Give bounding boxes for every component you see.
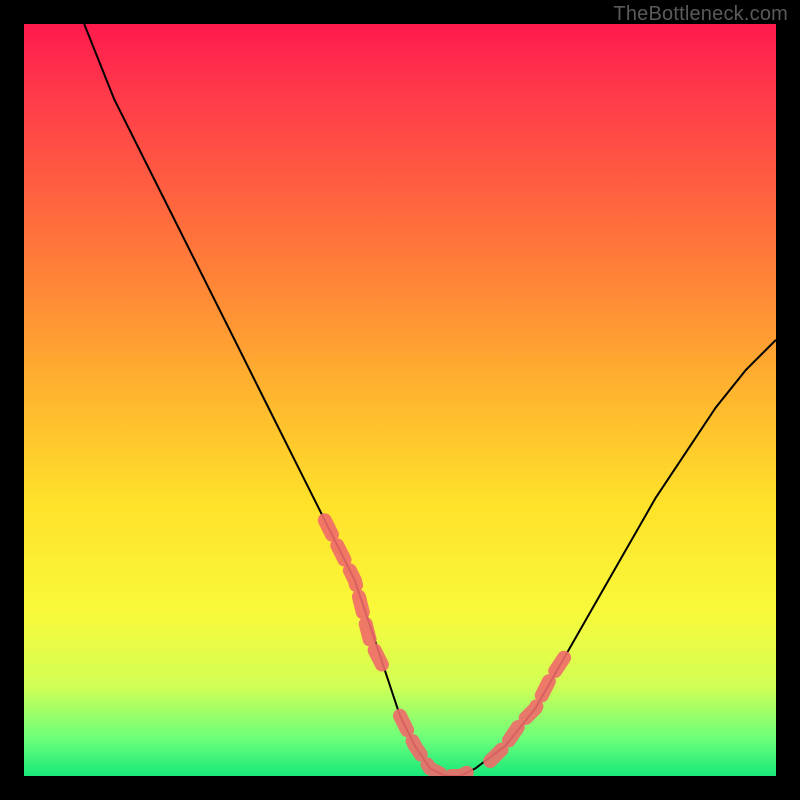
highlight-right-segment xyxy=(490,656,565,761)
plot-area xyxy=(24,24,776,776)
curve-line xyxy=(84,24,776,776)
chart-svg xyxy=(24,24,776,776)
highlight-bottom-segment xyxy=(400,716,475,776)
highlight-markers xyxy=(325,520,566,776)
watermark-text: TheBottleneck.com xyxy=(613,3,788,26)
curve-path xyxy=(84,24,776,776)
highlight-left-segment xyxy=(325,520,385,670)
chart-frame: TheBottleneck.com xyxy=(0,0,800,800)
